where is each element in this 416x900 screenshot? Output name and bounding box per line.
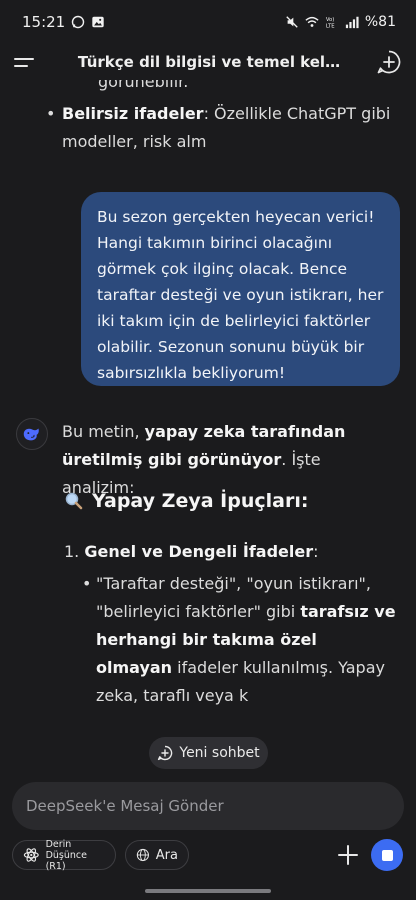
deep-think-line2: Düşünce (R1) — [45, 849, 87, 872]
new-chat-icon[interactable] — [376, 49, 402, 75]
ai-bullet-item: • Belirsiz ifadeler: Özellikle ChatGPT g… — [46, 100, 402, 156]
bullet-dot: • — [46, 104, 56, 123]
bullet-dot: • — [82, 574, 92, 593]
composer-toolbar: Derin Düşünce (R1) Ara — [0, 838, 416, 872]
magnifier-icon — [65, 492, 83, 510]
menu-button[interactable] — [14, 48, 42, 76]
message-composer[interactable] — [12, 782, 404, 830]
stop-button[interactable] — [371, 839, 403, 871]
whatsapp-icon — [72, 15, 85, 29]
stop-icon — [381, 849, 393, 861]
svg-text:LTE: LTE — [326, 23, 335, 29]
svg-text:Vo): Vo) — [326, 17, 334, 23]
search-toggle[interactable]: Ara — [125, 840, 189, 870]
chat-title: Türkçe dil bilgisi ve temel kel… — [77, 53, 341, 71]
signal-icon — [345, 16, 359, 29]
ai-heading-text: Yapay Zeya İpuçları: — [92, 490, 309, 512]
deepseek-whale-icon — [23, 428, 39, 441]
ai-heading: Yapay Zeya İpuçları: — [64, 490, 308, 512]
new-chat-button[interactable]: Yeni sohbet — [149, 737, 268, 769]
bullet-bold: Belirsiz ifadeler — [62, 104, 204, 123]
wifi-icon — [305, 16, 319, 27]
list-item-bold: Genel ve Dengeli İfadeler — [84, 542, 314, 561]
globe-icon — [136, 848, 149, 862]
menu-icon-line — [14, 57, 34, 60]
truncated-text: görünebilir. — [98, 80, 189, 91]
battery-percent: %81 — [364, 14, 396, 30]
plus-icon[interactable] — [335, 842, 361, 868]
status-bar: 15:21 Vo) LTE %81 — [0, 0, 416, 44]
ai-intro-part: Bu metin, — [62, 422, 145, 441]
message-input[interactable] — [26, 797, 390, 815]
chat-header: Türkçe dil bilgisi ve temel kel… — [0, 44, 416, 80]
user-message-bubble[interactable]: Bu sezon gerçekten heyecan verici! Hangi… — [81, 192, 400, 386]
menu-icon-line — [14, 64, 28, 67]
chat-area[interactable]: görünebilir. • Belirsiz ifadeler: Özelli… — [0, 80, 416, 770]
volte-icon: Vo)LTE — [326, 17, 335, 29]
atom-icon — [23, 848, 39, 862]
new-chat-label: Yeni sohbet — [179, 745, 260, 761]
deep-think-line1: Derin — [45, 838, 72, 850]
deepseek-avatar — [16, 418, 48, 450]
search-label: Ara — [155, 847, 178, 863]
new-chat-icon — [158, 745, 173, 761]
home-indicator — [145, 889, 271, 893]
list-item-colon: : — [313, 542, 319, 561]
deep-think-toggle[interactable]: Derin Düşünce (R1) — [12, 838, 116, 872]
gallery-icon — [92, 16, 104, 28]
status-time: 15:21 — [22, 13, 66, 31]
ai-list-item: 1. Genel ve Dengeli İfadeler: — [64, 538, 319, 566]
mute-icon — [286, 16, 298, 28]
ai-sub-bullet: • "Taraftar desteği", "oyun istikrarı", … — [82, 570, 396, 710]
list-number: 1. — [64, 542, 80, 561]
